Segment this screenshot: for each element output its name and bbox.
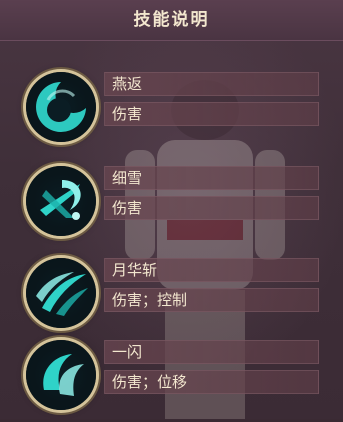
skill-tags-bar: 伤害	[104, 102, 319, 126]
skill-row-1[interactable]: 燕返 伤害	[0, 66, 343, 154]
skill-tags: 伤害	[112, 105, 143, 123]
skill-name: 一闪	[112, 343, 143, 361]
skill-name-bar: 月华斩	[104, 258, 319, 282]
skill-row-4[interactable]: 一闪 伤害；位移	[0, 334, 343, 422]
skill-name: 燕返	[112, 75, 143, 93]
moon-slash-icon[interactable]	[26, 258, 96, 328]
skill-info-panel: 技能说明 燕返 伤害 细雪 伤害 月华斩 伤害；控制 一闪 伤害；位移	[0, 0, 343, 419]
slash-burst-icon[interactable]	[26, 166, 96, 236]
panel-title: 技能说明	[133, 10, 210, 30]
skill-tags: 伤害；位移	[112, 373, 188, 391]
skill-tags-bar: 伤害；位移	[104, 370, 319, 394]
skill-tags: 伤害	[112, 199, 143, 217]
skill-tags-bar: 伤害	[104, 196, 319, 220]
skill-row-3[interactable]: 月华斩 伤害；控制	[0, 252, 343, 340]
skill-tags: 伤害；控制	[112, 291, 188, 309]
skill-name-bar: 燕返	[104, 72, 319, 96]
dash-wave-icon[interactable]	[26, 340, 96, 410]
skill-name-bar: 细雪	[104, 166, 319, 190]
skill-name: 细雪	[112, 169, 143, 187]
skill-row-2[interactable]: 细雪 伤害	[0, 160, 343, 248]
skill-name: 月华斩	[112, 261, 158, 279]
crescent-swirl-icon[interactable]	[26, 72, 96, 142]
skill-name-bar: 一闪	[104, 340, 319, 364]
skill-tags-bar: 伤害；控制	[104, 288, 319, 312]
